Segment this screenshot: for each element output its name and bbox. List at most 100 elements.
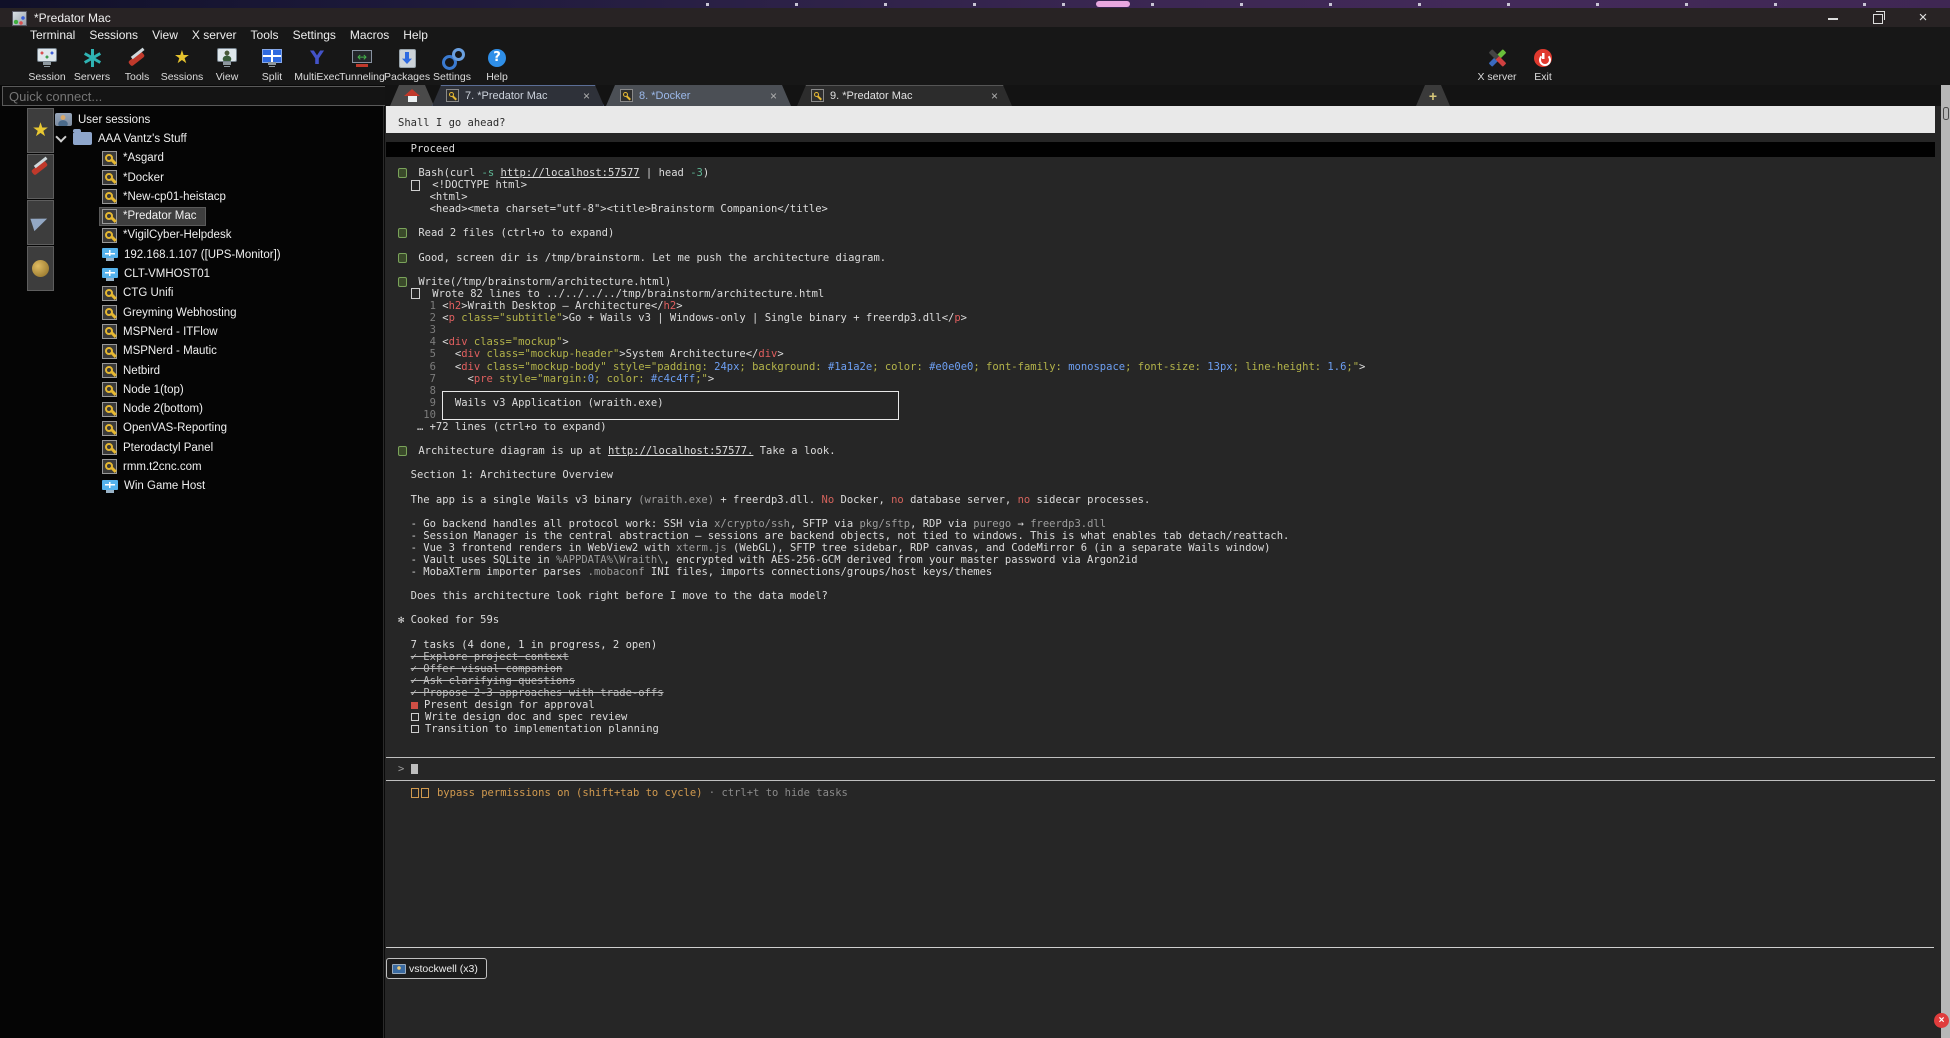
terminal-line: 10	[398, 409, 1941, 421]
key-icon	[811, 89, 824, 102]
tree-item[interactable]: *Asgard	[55, 149, 383, 168]
close-button[interactable]: ×	[1908, 8, 1938, 27]
packages-button[interactable]: Packages	[384, 46, 430, 83]
settings-label: Settings	[429, 71, 475, 83]
terminal-blank-line	[398, 506, 1941, 518]
tree-item[interactable]: *Docker	[55, 168, 383, 187]
multiexec-button[interactable]: YMultiExec	[294, 46, 340, 83]
tree-item[interactable]: MSPNerd - Mautic	[55, 342, 383, 361]
status-badge[interactable]: vstockwell (x3)	[386, 958, 487, 979]
multiexec-icon: Y	[305, 46, 329, 70]
terminal-blank-line	[398, 433, 1941, 445]
terminal-blank-line	[398, 264, 1941, 276]
terminal-line: 3	[398, 324, 1941, 336]
tree-folder[interactable]: AAA Vantz's Stuff	[55, 129, 383, 148]
close-tab-icon[interactable]: ×	[991, 89, 998, 103]
tools-button[interactable]: Tools	[114, 46, 160, 83]
home-tab[interactable]	[390, 85, 434, 106]
tree-item[interactable]: rmm.t2cnc.com	[55, 457, 383, 476]
search-input[interactable]	[2, 86, 394, 106]
packages-label: Packages	[384, 71, 430, 83]
tree-item[interactable]: Greyming Webhosting	[55, 303, 383, 322]
tree-item[interactable]: OpenVAS-Reporting	[55, 419, 383, 438]
help-button[interactable]: Help	[474, 46, 520, 83]
terminal-line: 7 tasks (4 done, 1 in progress, 2 open)	[398, 639, 1941, 651]
tree-item[interactable]: CTG Unifi	[55, 284, 383, 303]
sidebar-tab-sftp-plane[interactable]	[27, 200, 54, 245]
maximize-button[interactable]	[1863, 8, 1893, 27]
terminal-line: Does this architecture look right before…	[398, 590, 1941, 602]
session-tab[interactable]: 9. *Predator Mac ×	[797, 85, 1012, 106]
sessions-button[interactable]: ★Sessions	[159, 46, 205, 83]
exit-button[interactable]: Exit	[1520, 46, 1566, 83]
menu-item-view[interactable]: View	[152, 27, 178, 44]
terminal-line: - Session Manager is the central abstrac…	[398, 530, 1941, 542]
key-icon	[102, 151, 117, 166]
new-tab-button[interactable]: +	[1416, 85, 1450, 106]
sidebar-tab-favorites-star[interactable]: ★	[27, 108, 54, 153]
split-label: Split	[249, 71, 295, 83]
multiexec-label: MultiExec	[294, 71, 340, 83]
tree-item[interactable]: 192.168.1.107 ([UPS-Monitor])	[55, 245, 383, 264]
settings-button[interactable]: Settings	[429, 46, 475, 83]
terminal-line: … +72 lines (ctrl+o to expand)	[398, 421, 1941, 433]
terminal-line: - MobaXTerm importer parses .mobaconf IN…	[398, 566, 1941, 578]
tree-item[interactable]: Netbird	[55, 361, 383, 380]
session-tab[interactable]: 8. *Docker×	[606, 85, 791, 106]
session-tab[interactable]: 7. *Predator Mac×	[432, 85, 604, 106]
tree-item[interactable]: *New-cp01-heistacp	[55, 187, 383, 206]
scrollbar[interactable]	[1941, 85, 1950, 1038]
tree-folder-label: AAA Vantz's Stuff	[98, 133, 187, 145]
chevron-down-icon[interactable]	[55, 132, 66, 143]
session-button[interactable]: Session	[24, 46, 70, 83]
servers-button[interactable]: Servers	[69, 46, 115, 83]
menu-item-help[interactable]: Help	[403, 27, 428, 44]
sidebar-tab-tools-knife[interactable]	[27, 154, 54, 199]
xserver-icon	[1485, 46, 1509, 70]
tree-item-label: MSPNerd - ITFlow	[123, 326, 218, 338]
assistant-question-highlight: Shall I go ahead?	[386, 106, 1935, 133]
tree-item-label: Node 1(top)	[123, 384, 184, 396]
view-button[interactable]: View	[204, 46, 250, 83]
terminal-line: 1 <h2>Wraith Desktop — Architecture</h2>	[398, 300, 1941, 312]
tree-item[interactable]: *VigilCyber-Helpdesk	[55, 226, 383, 245]
tree-item[interactable]: Win Game Host	[55, 477, 383, 496]
tree-item-label: CLT-VMHOST01	[124, 268, 210, 280]
paperclip-icon[interactable]	[1943, 107, 1949, 120]
tree-item[interactable]: Pterodactyl Panel	[55, 438, 383, 457]
key-icon	[102, 402, 117, 417]
menu-item-x-server[interactable]: X server	[192, 27, 237, 44]
close-tab-icon[interactable]: ×	[583, 89, 590, 103]
exit-label: Exit	[1520, 71, 1566, 83]
settings-icon	[440, 46, 464, 70]
tree-item[interactable]: *Predator Mac	[55, 206, 383, 225]
tab-label: 9. *Predator Mac	[830, 90, 913, 102]
tree-item[interactable]: CLT-VMHOST01	[55, 264, 383, 283]
key-icon	[102, 440, 117, 455]
menu-item-sessions[interactable]: Sessions	[89, 27, 138, 44]
minimize-button[interactable]	[1818, 8, 1848, 27]
tree-root-label: User sessions	[78, 114, 150, 126]
terminal-blank-line	[398, 457, 1941, 469]
xserver-button[interactable]: X server	[1474, 46, 1520, 83]
menu-item-settings[interactable]: Settings	[293, 27, 336, 44]
terminal-line: ✻ Cooked for 59s	[398, 614, 1941, 626]
terminal[interactable]: Shall I go ahead? Proceed Bash(curl -s h…	[385, 106, 1941, 1038]
tree-item[interactable]: Node 1(top)	[55, 380, 383, 399]
notification-close-icon[interactable]: ×	[1934, 1013, 1949, 1028]
monitor-icon	[102, 268, 118, 281]
tree-item[interactable]: MSPNerd - ITFlow	[55, 322, 383, 341]
tree-item[interactable]: Node 2(bottom)	[55, 399, 383, 418]
sidebar-tab-network-globe[interactable]	[27, 246, 54, 291]
terminal-output: Shall I go ahead? Proceed Bash(curl -s h…	[398, 106, 1941, 799]
tunneling-button[interactable]: Tunneling	[339, 46, 385, 83]
split-button[interactable]: Split	[249, 46, 295, 83]
menu-item-tools[interactable]: Tools	[251, 27, 279, 44]
tree-root-user-sessions[interactable]: User sessions	[55, 110, 383, 129]
menu-item-macros[interactable]: Macros	[350, 27, 389, 44]
terminal-line: Bash(curl -s http://localhost:57577 | he…	[398, 167, 1941, 179]
close-tab-icon[interactable]: ×	[770, 89, 777, 103]
terminal-prompt[interactable]: >	[386, 757, 1935, 781]
key-icon	[102, 459, 117, 474]
menu-item-terminal[interactable]: Terminal	[30, 27, 75, 44]
